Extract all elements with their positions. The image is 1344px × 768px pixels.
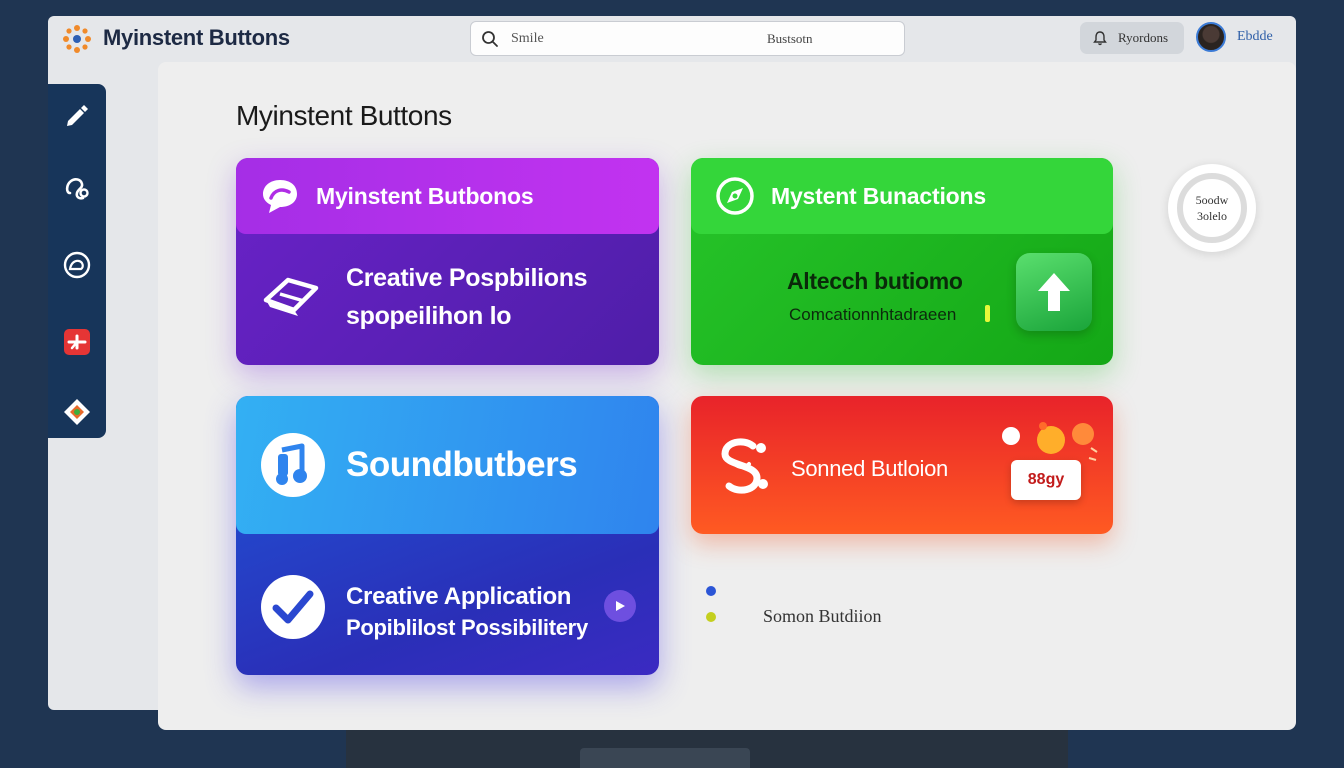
- avatar[interactable]: [1196, 22, 1226, 52]
- monitor-stand-foot: [580, 748, 750, 768]
- legend-dot-blue: [706, 586, 716, 596]
- top-bar: Myinstent Buttons Smile Bustsotn Ryordon…: [48, 16, 1296, 62]
- purple-card-line1: Creative Pospbilions: [346, 264, 588, 292]
- sound-wave-icon: [721, 438, 768, 494]
- red-card-badge: 88gy: [1011, 460, 1081, 500]
- blue-card-line1: Creative Application: [346, 583, 572, 610]
- speech-bubble-icon: [263, 180, 297, 213]
- blue-play-button[interactable]: [604, 590, 636, 622]
- green-button-card[interactable]: Mystent Bunactions Altecch butiomo Comca…: [691, 158, 1113, 365]
- sidebar-item-chat[interactable]: [61, 249, 93, 281]
- blue-button-card[interactable]: Soundbutbers Creative Application Popibl…: [236, 396, 659, 675]
- purple-card-line2: spopeilihon lo: [346, 302, 512, 330]
- sidebar-item-tag[interactable]: [61, 396, 93, 428]
- green-card-title: Mystent Bunactions: [771, 182, 986, 209]
- green-card-header[interactable]: Mystent Bunactions: [691, 158, 1113, 234]
- text-cursor: [985, 305, 990, 322]
- purple-card-header[interactable]: Myinstent Butbonos: [236, 158, 659, 234]
- sidebar-item-audio[interactable]: [61, 172, 93, 204]
- add-box-icon: [64, 329, 90, 355]
- ring-widget-line2: 3olelo: [1197, 209, 1227, 223]
- red-card-label: Sonned Butloion: [791, 456, 948, 481]
- sidebar: [48, 84, 106, 438]
- check-icon: [261, 575, 325, 639]
- tag-icon: [64, 399, 90, 425]
- arrow-up-icon: [1038, 273, 1070, 311]
- blue-card-line2: Popiblilost Possibilitery: [346, 615, 588, 640]
- search-icon: [482, 31, 498, 47]
- upload-button[interactable]: [1016, 253, 1092, 331]
- blue-card-header[interactable]: Soundbutbers: [236, 396, 659, 534]
- page-title: Myinstent Buttons: [236, 100, 452, 131]
- play-icon: [616, 601, 625, 611]
- purple-card-title: Myinstent Butbonos: [316, 182, 534, 209]
- pencil-icon: [67, 105, 88, 126]
- search-box[interactable]: Smile Bustsotn: [470, 21, 905, 56]
- eraser-icon: [263, 277, 319, 316]
- notifications-label: Ryordons: [1118, 30, 1169, 45]
- headphone-icon: [65, 178, 89, 200]
- sidebar-item-add[interactable]: [61, 326, 93, 358]
- ring-widget-inner: 5oodw 3olelo: [1177, 173, 1247, 243]
- bell-icon: [1093, 31, 1107, 46]
- compass-icon: [716, 177, 754, 215]
- search-placeholder: Smile: [511, 31, 544, 46]
- green-card-line2: Comcationnhtadraeen: [789, 305, 957, 324]
- app-title: Myinstent Buttons: [103, 25, 290, 50]
- music-note-icon: [261, 433, 325, 497]
- legend-label: Somon Butdiion: [763, 606, 882, 626]
- green-card-line1: Altecch butiomo: [787, 268, 963, 294]
- search-right-text: Bustsotn: [767, 31, 813, 46]
- red-button-card[interactable]: Sonned Butloion 88gy: [691, 396, 1113, 534]
- purple-button-card[interactable]: Myinstent Butbonos Creative Pospbilions …: [236, 158, 659, 365]
- blue-card-title: Soundbutbers: [346, 445, 578, 484]
- sidebar-item-edit[interactable]: [61, 98, 93, 130]
- notifications-button[interactable]: Ryordons: [1080, 22, 1184, 54]
- sunburst-logo-icon: [63, 25, 91, 53]
- ring-widget[interactable]: 5oodw 3olelo: [1168, 164, 1256, 252]
- chat-bubble-icon: [63, 251, 91, 279]
- ring-widget-line1: 5oodw: [1195, 193, 1229, 207]
- user-name[interactable]: Ebdde: [1237, 29, 1273, 45]
- legend-dot-yellow: [706, 612, 716, 622]
